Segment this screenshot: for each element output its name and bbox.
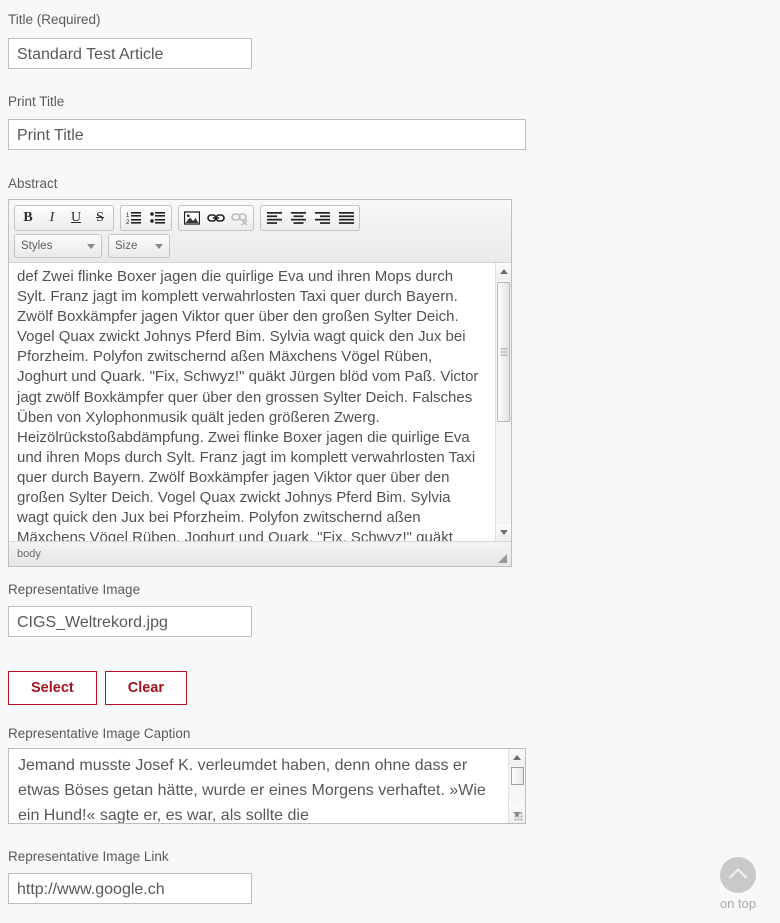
unlink-button[interactable] bbox=[228, 207, 252, 229]
bold-icon: B bbox=[23, 210, 33, 225]
bulleted-list-button[interactable] bbox=[146, 207, 170, 229]
image-icon bbox=[184, 211, 200, 225]
arrow-down-icon bbox=[499, 530, 508, 535]
text-format-group: B I U S bbox=[14, 205, 114, 231]
representative-image-actions: Select Clear bbox=[8, 671, 188, 705]
strikethrough-button[interactable]: S bbox=[88, 207, 112, 229]
sidebar-column: Related Assets Custom Fields A new versi… bbox=[533, 0, 780, 923]
scroll-down-button[interactable] bbox=[495, 524, 511, 541]
size-dropdown[interactable]: Size bbox=[108, 234, 170, 258]
numbered-list-button[interactable]: 1 2 bbox=[122, 207, 146, 229]
chevron-up-icon bbox=[720, 857, 756, 893]
caption-text: Jemand musste Josef K. verleumdet haben,… bbox=[18, 757, 486, 824]
align-justify-button[interactable] bbox=[334, 207, 358, 229]
styles-dropdown-label: Styles bbox=[21, 240, 53, 252]
styles-dropdown[interactable]: Styles bbox=[14, 234, 102, 258]
print-title-input[interactable]: Print Title bbox=[8, 119, 526, 150]
title-field-label: Title (Required) bbox=[8, 12, 101, 27]
abstract-field-label: Abstract bbox=[8, 176, 58, 191]
align-justify-icon bbox=[338, 212, 354, 224]
align-left-icon bbox=[266, 212, 282, 224]
editor-body-text: def Zwei flinke Boxer jagen die quirlige… bbox=[17, 268, 479, 542]
chevron-down-icon bbox=[87, 243, 95, 249]
bold-button[interactable]: B bbox=[16, 207, 40, 229]
align-right-button[interactable] bbox=[310, 207, 334, 229]
editor-status-bar: body bbox=[9, 542, 511, 566]
representative-image-input[interactable]: CIGS_Weltrekord.jpg bbox=[8, 606, 252, 637]
editor-vertical-scrollbar[interactable] bbox=[495, 263, 511, 541]
scrollbar-track[interactable] bbox=[496, 422, 512, 524]
svg-text:1: 1 bbox=[126, 213, 130, 219]
align-left-button[interactable] bbox=[262, 207, 286, 229]
print-title-field-label: Print Title bbox=[8, 94, 65, 109]
align-center-button[interactable] bbox=[286, 207, 310, 229]
caption-resize-handle[interactable] bbox=[514, 812, 523, 821]
numbered-list-icon: 1 2 bbox=[126, 212, 141, 225]
scrollbar-grip-icon bbox=[500, 348, 507, 356]
representative-image-label: Representative Image bbox=[8, 582, 141, 597]
clear-button[interactable]: Clear bbox=[104, 671, 188, 705]
editor-element-path: body bbox=[17, 548, 41, 560]
editor-toolbar-row-1: B I U S 1 2 bbox=[14, 205, 506, 231]
scroll-to-top-button[interactable]: on top bbox=[702, 857, 774, 911]
representative-image-link-input[interactable]: http://www.google.ch bbox=[8, 873, 252, 904]
list-group: 1 2 bbox=[120, 205, 172, 231]
link-icon bbox=[207, 214, 225, 222]
unlink-icon bbox=[231, 212, 248, 225]
underline-icon: U bbox=[70, 210, 82, 225]
insert-image-button[interactable] bbox=[180, 207, 204, 229]
editor-content-area[interactable]: def Zwei flinke Boxer jagen die quirlige… bbox=[9, 263, 511, 542]
title-input[interactable]: Standard Test Article bbox=[8, 38, 252, 69]
main-form-column: Title (Required) Standard Test Article P… bbox=[0, 0, 533, 923]
representative-image-caption-label: Representative Image Caption bbox=[8, 726, 191, 741]
caption-scrollbar-track[interactable] bbox=[509, 785, 525, 806]
align-right-icon bbox=[314, 212, 330, 224]
editor-toolbar: B I U S 1 2 Styles Size bbox=[9, 200, 511, 263]
alignment-group bbox=[260, 205, 360, 231]
scrollbar-thumb[interactable] bbox=[497, 282, 510, 422]
align-center-icon bbox=[290, 212, 306, 224]
abstract-rich-text-editor: B I U S 1 2 Styles Size def Zwei flinke … bbox=[8, 199, 512, 567]
representative-image-caption-textarea[interactable]: Jemand musste Josef K. verleumdet haben,… bbox=[8, 748, 526, 824]
representative-image-link-label: Representative Image Link bbox=[8, 849, 169, 864]
insert-group bbox=[178, 205, 254, 231]
caption-scroll-up-button[interactable] bbox=[509, 749, 525, 766]
select-button[interactable]: Select bbox=[8, 671, 97, 705]
chevron-down-icon bbox=[155, 243, 163, 249]
strikethrough-icon: S bbox=[96, 210, 104, 225]
scroll-up-button[interactable] bbox=[495, 263, 511, 280]
bulleted-list-icon bbox=[150, 212, 165, 224]
italic-button[interactable]: I bbox=[40, 207, 64, 229]
italic-icon: I bbox=[49, 210, 55, 225]
size-dropdown-label: Size bbox=[115, 240, 138, 252]
content-edit-form: Title (Required) Standard Test Article P… bbox=[0, 0, 780, 923]
caption-scrollbar-thumb[interactable] bbox=[510, 767, 524, 785]
arrow-up-icon bbox=[513, 755, 521, 760]
scroll-to-top-label: on top bbox=[719, 896, 757, 911]
insert-link-button[interactable] bbox=[204, 207, 228, 229]
editor-toolbar-row-2: Styles Size bbox=[14, 234, 506, 258]
editor-resize-handle[interactable] bbox=[498, 554, 507, 563]
arrow-up-icon bbox=[499, 269, 508, 274]
underline-button[interactable]: U bbox=[64, 207, 88, 229]
svg-text:2: 2 bbox=[126, 220, 130, 225]
